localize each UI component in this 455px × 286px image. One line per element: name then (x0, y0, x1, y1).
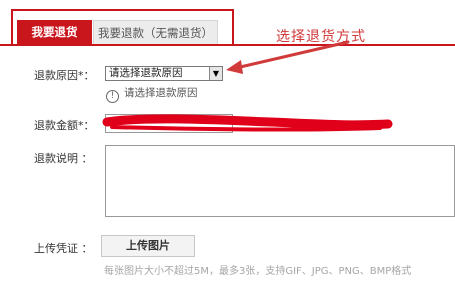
annotation-overlay (102, 40, 393, 132)
redaction-mark-2 (110, 125, 382, 132)
redaction-mark (102, 114, 393, 130)
annotation-arrowhead (226, 60, 243, 74)
annotation-arrow (234, 40, 350, 70)
